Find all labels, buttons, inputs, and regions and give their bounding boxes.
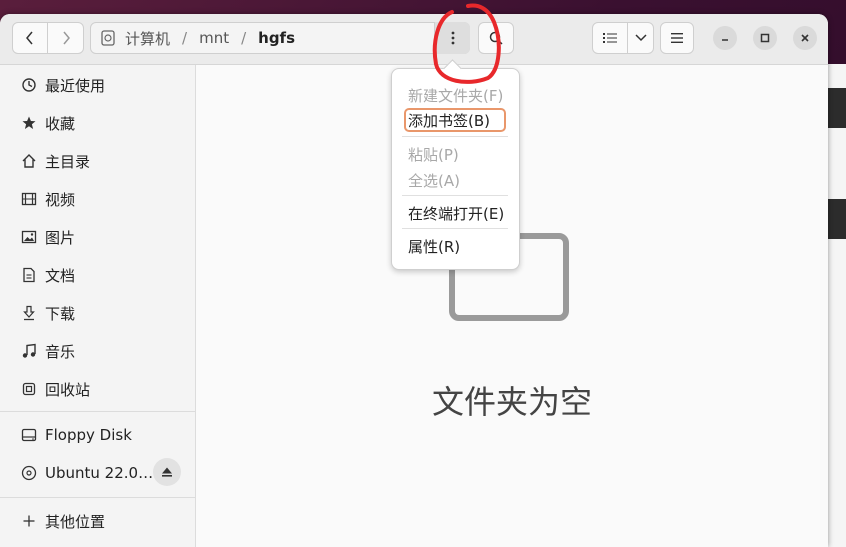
sidebar-item-documents[interactable]: 文档 (0, 256, 195, 294)
sidebar-separator (0, 411, 195, 412)
floppy-icon (21, 427, 37, 443)
download-icon (21, 305, 37, 321)
chevron-down-icon (634, 34, 647, 42)
sidebar-item-label: 主目录 (45, 152, 91, 171)
menu-item-paste[interactable]: 粘贴(P) (408, 144, 459, 165)
view-options-button[interactable] (627, 22, 654, 54)
menu-item-open-in-terminal[interactable]: 在终端打开(E) (408, 203, 504, 224)
sidebar-item-downloads[interactable]: 下载 (0, 294, 195, 332)
empty-folder-message: 文件夹为空 (431, 383, 592, 421)
image-icon (21, 229, 37, 245)
chevron-right-icon (62, 31, 70, 45)
film-icon (21, 191, 37, 207)
list-view-icon (603, 33, 617, 43)
path-segment-computer[interactable]: 计算机 (125, 28, 170, 49)
sidebar: 最近使用 收藏 主目录 视频 图片 文档 下载 音乐 回收站 Floppy Di… (0, 65, 196, 547)
main-menu-button[interactable] (660, 22, 694, 54)
plus-icon (21, 513, 37, 529)
clock-icon (21, 77, 37, 93)
sidebar-item-label: 音乐 (45, 342, 76, 361)
sidebar-item-label: 最近使用 (45, 76, 106, 95)
navigation-buttons (12, 22, 84, 54)
menu-item-new-folder[interactable]: 新建文件夹(F) (408, 85, 503, 106)
hamburger-icon (671, 33, 683, 43)
trash-icon (21, 381, 37, 397)
sidebar-item-trash[interactable]: 回收站 (0, 370, 195, 408)
background-terminal (826, 64, 846, 547)
terminal-tab (826, 199, 846, 239)
folder-menu-button[interactable] (434, 22, 470, 54)
sidebar-item-recent[interactable]: 最近使用 (0, 66, 195, 104)
drive-icon (101, 30, 115, 46)
path-separator: / (241, 29, 247, 47)
sidebar-item-label: Ubuntu 22.0… (45, 464, 154, 482)
star-icon (21, 115, 37, 131)
sidebar-item-label: 下载 (45, 304, 76, 323)
path-separator: / (182, 29, 188, 47)
chevron-left-icon (26, 31, 33, 45)
back-button[interactable] (12, 22, 48, 54)
sidebar-item-label: 收藏 (45, 114, 76, 133)
minimize-button[interactable] (713, 26, 737, 50)
close-button[interactable] (793, 26, 817, 50)
home-icon (21, 153, 37, 169)
sidebar-item-music[interactable]: 音乐 (0, 332, 195, 370)
search-button[interactable] (478, 22, 514, 54)
search-icon (489, 31, 503, 45)
path-bar: 计算机 / mnt / hgfs (90, 22, 470, 54)
menu-item-add-bookmark[interactable]: 添加书签(B) (408, 110, 490, 131)
music-icon (21, 343, 37, 359)
sidebar-item-label: Floppy Disk (45, 426, 132, 444)
close-icon (801, 34, 809, 42)
sidebar-item-floppy[interactable]: Floppy Disk (0, 416, 195, 454)
sidebar-item-videos[interactable]: 视频 (0, 180, 195, 218)
menu-separator (402, 195, 508, 196)
sidebar-item-label: 其他位置 (45, 512, 106, 531)
sidebar-item-home[interactable]: 主目录 (0, 142, 195, 180)
terminal-header (826, 88, 846, 128)
view-list-button[interactable] (592, 22, 628, 54)
eject-button[interactable] (153, 458, 181, 486)
sidebar-item-starred[interactable]: 收藏 (0, 104, 195, 142)
menu-item-properties[interactable]: 属性(R) (408, 236, 460, 257)
sidebar-item-label: 回收站 (45, 380, 91, 399)
sidebar-item-pictures[interactable]: 图片 (0, 218, 195, 256)
folder-context-menu: 新建文件夹(F) 添加书签(B) 粘贴(P) 全选(A) 在终端打开(E) 属性… (391, 68, 520, 270)
path-segment-hgfs[interactable]: hgfs (258, 29, 295, 47)
sidebar-item-other-locations[interactable]: 其他位置 (0, 502, 195, 540)
maximize-button[interactable] (753, 26, 777, 50)
sidebar-item-label: 文档 (45, 266, 76, 285)
forward-button[interactable] (48, 22, 84, 54)
disc-icon (21, 465, 37, 481)
header-bar: 计算机 / mnt / hgfs (0, 14, 828, 65)
menu-separator (402, 228, 508, 229)
vertical-dots-icon (451, 31, 454, 45)
sidebar-item-label: 视频 (45, 190, 76, 209)
minimize-icon (722, 39, 728, 41)
menu-separator (402, 136, 508, 137)
path-segment-mnt[interactable]: mnt (199, 29, 229, 47)
sidebar-item-label: 图片 (45, 228, 76, 247)
maximize-icon (760, 33, 770, 43)
eject-icon (162, 467, 172, 477)
menu-item-select-all[interactable]: 全选(A) (408, 170, 460, 191)
sidebar-separator (0, 497, 195, 498)
document-icon (21, 267, 37, 283)
